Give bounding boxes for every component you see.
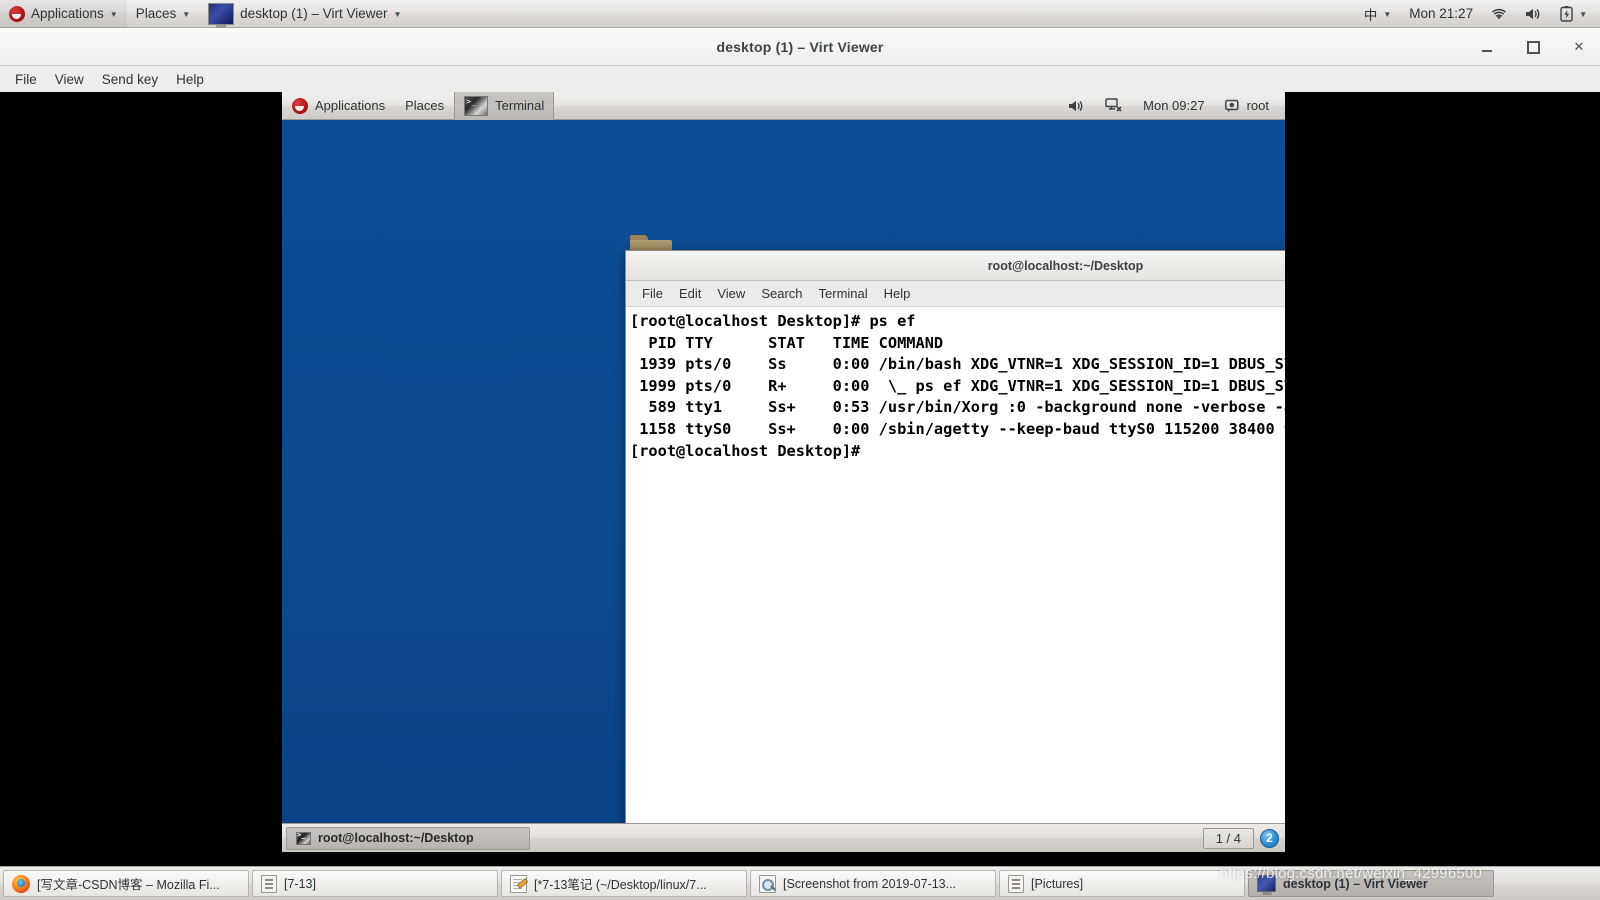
guest-window-list-terminal[interactable]: Terminal	[454, 92, 555, 120]
host-top-panel: Applications ▼ Places ▼ desktop (1) – Vi…	[0, 0, 1600, 28]
guest-network-indicator[interactable]	[1095, 92, 1133, 120]
host-taskbar: [写文章-CSDN博客 – Mozilla Fi... [7-13] [*7-1…	[0, 866, 1600, 900]
fedora-logo-icon	[9, 5, 25, 22]
host-clock-label: Mon 21:27	[1409, 6, 1474, 21]
battery-indicator[interactable]: ▼	[1551, 0, 1596, 28]
network-disconnected-icon	[1105, 98, 1123, 113]
guest-top-panel: Applications Places Terminal	[282, 92, 1285, 120]
terminal-menu-help[interactable]: Help	[876, 283, 919, 304]
guest-applications-menu[interactable]: Applications	[282, 92, 395, 120]
wifi-indicator[interactable]	[1482, 0, 1516, 28]
terminal-icon	[296, 831, 311, 845]
input-method-indicator[interactable]: 中 ▼	[1355, 0, 1400, 28]
terminal-menu-file[interactable]: File	[634, 283, 671, 304]
taskbar-item-virt-viewer[interactable]: desktop (1) – Virt Viewer	[1248, 870, 1494, 897]
guest-clock[interactable]: Mon 09:27	[1133, 92, 1214, 120]
terminal-body[interactable]: [root@localhost Desktop]# ps ef PID TTY …	[626, 307, 1285, 831]
virt-viewer-window: desktop (1) – Virt Viewer ✕ File View Se…	[0, 28, 1600, 852]
guest-clock-label: Mon 09:27	[1143, 98, 1205, 113]
chevron-down-icon: ▼	[109, 10, 118, 19]
virt-viewer-canvas[interactable]: Applications Places Terminal	[0, 92, 1600, 852]
workspace-count[interactable]: 1 / 4	[1202, 827, 1254, 849]
guest-status-area: Mon 09:27 root	[1058, 92, 1285, 120]
guest-applications-label: Applications	[315, 98, 386, 113]
guest-places-label: Places	[405, 98, 445, 113]
virt-viewer-window-icon	[208, 2, 235, 25]
screen: Applications ▼ Places ▼ desktop (1) – Vi…	[0, 0, 1600, 900]
guest-active-window-label: Terminal	[495, 98, 545, 113]
host-applications-menu[interactable]: Applications ▼	[0, 0, 127, 28]
guest-volume-indicator[interactable]	[1058, 92, 1095, 120]
terminal-menu-edit[interactable]: Edit	[671, 283, 709, 304]
terminal-menubar: File Edit View Search Terminal Help	[626, 281, 1285, 307]
host-status-area: 中 ▼ Mon 21:27 ▼	[1355, 0, 1600, 28]
host-places-label: Places	[135, 6, 177, 21]
host-places-menu[interactable]: Places ▼	[127, 0, 199, 28]
taskbar-item-label: [*7-13笔记 (~/Desktop/linux/7...	[534, 878, 707, 892]
chevron-down-icon: ▼	[1579, 10, 1587, 19]
guest-taskbar-item-label: root@localhost:~/Desktop	[318, 831, 474, 845]
guest-user-menu[interactable]: root	[1215, 92, 1279, 120]
host-applications-label: Applications	[31, 6, 104, 21]
host-window-menu-button[interactable]: desktop (1) – Virt Viewer ▼	[199, 0, 410, 28]
maximize-button[interactable]	[1522, 36, 1544, 58]
workspace-number-badge[interactable]: 2	[1260, 828, 1279, 848]
taskbar-item-label: [Pictures]	[1031, 876, 1084, 891]
terminal-menu-terminal[interactable]: Terminal	[811, 283, 876, 304]
guest-taskbar-item-terminal[interactable]: root@localhost:~/Desktop	[286, 826, 530, 850]
volume-icon	[1068, 99, 1085, 113]
terminal-titlebar[interactable]: root@localhost:~/Desktop _ □ ✕	[626, 251, 1285, 281]
chevron-down-icon: ▼	[182, 10, 191, 19]
virt-viewer-window-controls: ✕	[1476, 28, 1590, 66]
virt-viewer-menubar: File View Send key Help	[0, 66, 1600, 92]
chevron-down-icon: ▼	[393, 10, 402, 19]
terminal-title: root@localhost:~/Desktop	[987, 258, 1144, 273]
guest-user-label: root	[1246, 98, 1269, 113]
guest-places-menu[interactable]: Places	[395, 92, 454, 120]
taskbar-item-firefox[interactable]: [写文章-CSDN博客 – Mozilla Fi...	[3, 870, 249, 897]
taskbar-item-label: desktop (1) – Virt Viewer	[1283, 876, 1428, 891]
terminal-menu-view[interactable]: View	[709, 283, 753, 304]
volume-indicator[interactable]	[1516, 0, 1551, 28]
menu-send-key[interactable]: Send key	[93, 69, 167, 90]
close-button[interactable]: ✕	[1568, 36, 1590, 58]
taskbar-item-pictures[interactable]: [Pictures]	[999, 870, 1245, 897]
fedora-logo-icon	[292, 97, 308, 114]
wifi-icon	[1491, 7, 1507, 21]
battery-icon	[1560, 5, 1573, 22]
guest-desktop: Applications Places Terminal	[282, 92, 1285, 852]
terminal-output: [root@localhost Desktop]# ps ef PID TTY …	[630, 312, 1285, 460]
terminal-icon	[464, 95, 489, 116]
guest-workspace-switcher: 1 / 4 2	[1202, 827, 1281, 849]
volume-icon	[1525, 7, 1542, 21]
chevron-down-icon: ▼	[1383, 10, 1392, 19]
host-window-menu-label: desktop (1) – Virt Viewer	[240, 6, 388, 21]
firefox-icon	[12, 874, 30, 893]
taskbar-item-screenshot[interactable]: [Screenshot from 2019-07-13...	[750, 870, 996, 897]
text-editor-icon	[510, 874, 527, 893]
user-icon	[1224, 99, 1240, 113]
virt-viewer-icon	[1257, 875, 1276, 892]
terminal-menu-search[interactable]: Search	[753, 283, 810, 304]
image-viewer-icon	[759, 874, 776, 893]
taskbar-item-label: [Screenshot from 2019-07-13...	[783, 876, 957, 891]
taskbar-item-label: [写文章-CSDN博客 – Mozilla Fi...	[37, 878, 220, 892]
input-method-label: 中	[1363, 7, 1378, 23]
menu-view[interactable]: View	[46, 69, 93, 90]
menu-file[interactable]: File	[6, 69, 46, 90]
guest-bottom-panel: root@localhost:~/Desktop 1 / 4 2	[282, 823, 1285, 852]
virt-viewer-title: desktop (1) – Virt Viewer	[716, 38, 884, 55]
taskbar-item-notes[interactable]: [*7-13笔记 (~/Desktop/linux/7...	[501, 870, 747, 897]
virt-viewer-titlebar[interactable]: desktop (1) – Virt Viewer ✕	[0, 28, 1600, 66]
menu-help[interactable]: Help	[167, 69, 213, 90]
host-clock[interactable]: Mon 21:27	[1400, 0, 1482, 28]
taskbar-item-label: [7-13]	[284, 876, 316, 891]
minimize-button[interactable]	[1476, 36, 1498, 58]
file-manager-icon	[261, 874, 277, 893]
terminal-window: root@localhost:~/Desktop _ □ ✕ File Edit…	[625, 250, 1285, 832]
file-manager-icon	[1008, 874, 1024, 893]
taskbar-item-7-13[interactable]: [7-13]	[252, 870, 498, 897]
